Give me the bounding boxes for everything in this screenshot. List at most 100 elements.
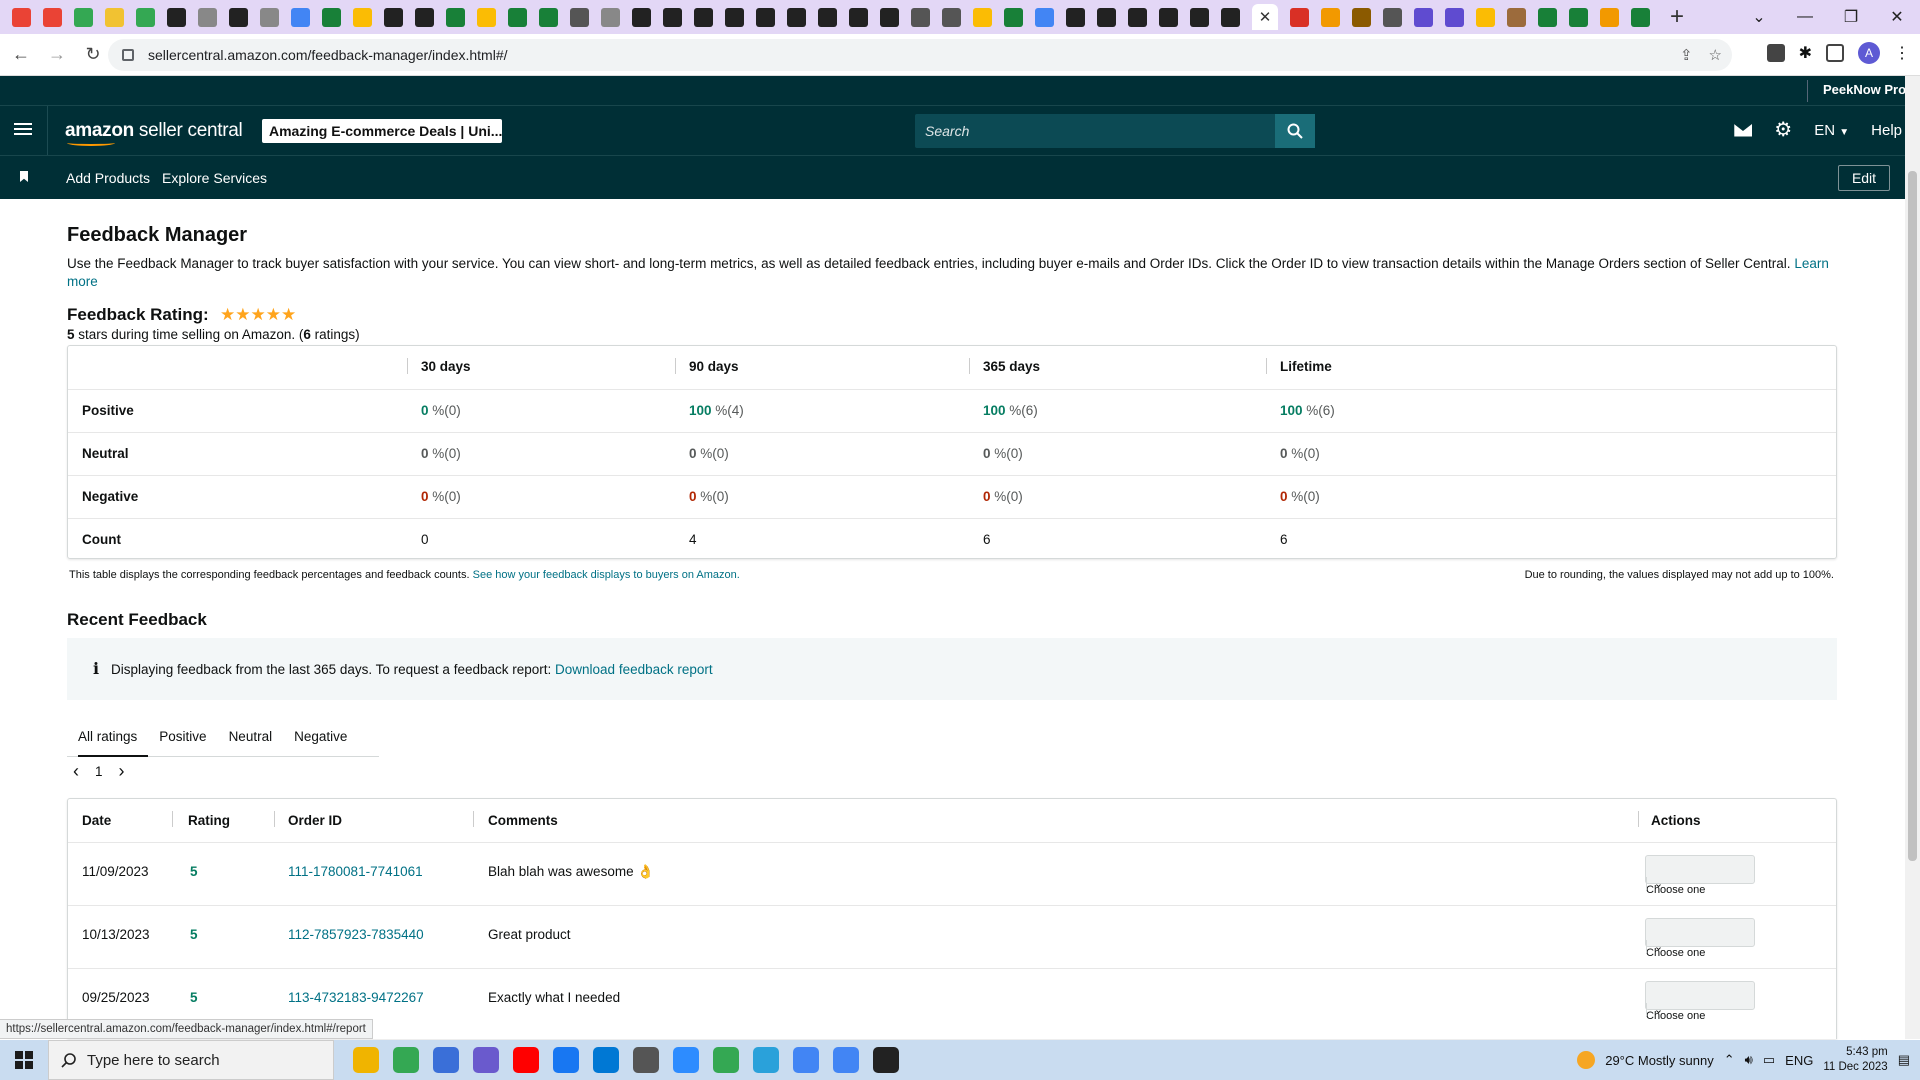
store-selector[interactable]: Amazing E-commerce Deals | Uni... [262,119,502,143]
site-info-icon[interactable] [122,49,134,61]
taskbar-app-icon[interactable] [673,1047,699,1073]
weather-text[interactable]: 29°C Mostly sunny [1605,1053,1714,1068]
menu-dots-icon[interactable]: ⋮ [1894,43,1910,63]
actions-dropdown[interactable]: Choose one ⌄ [1645,855,1755,896]
tab-favicon-icon[interactable] [105,7,124,27]
help-link[interactable]: Help [1871,122,1902,139]
tab-favicon-icon[interactable] [973,7,992,27]
tab-favicon-icon[interactable] [229,7,248,27]
chevron-right-icon[interactable]: › [119,761,125,782]
tab-favicon-icon[interactable] [260,7,279,27]
actions-dropdown[interactable]: Choose one ⌄ [1645,918,1755,959]
maximize-button[interactable]: ❐ [1828,7,1874,27]
peek-label[interactable]: PeekNow Prod [1823,82,1914,97]
tab-favicon-icon[interactable] [911,7,930,27]
puzzle-icon[interactable]: ✱ [1799,43,1812,63]
tab-favicon-icon[interactable] [539,7,558,27]
tab-favicon-icon[interactable] [1476,7,1495,27]
download-feedback-report-link[interactable]: Download feedback report [555,662,713,677]
clock[interactable]: 5:43 pm 11 Dec 2023 [1823,1045,1887,1075]
back-button[interactable]: ← [6,44,36,65]
tab-favicon-icon[interactable] [446,7,465,27]
tab-favicon-icon[interactable] [74,7,93,27]
new-tab-button[interactable]: + [1670,3,1684,31]
tab-favicon-icon[interactable] [1383,7,1402,27]
taskbar-app-icon[interactable] [633,1047,659,1073]
subnav-add-products[interactable]: Add Products [66,170,150,186]
tab-favicon-icon[interactable] [384,7,403,27]
profile-avatar[interactable]: A [1858,42,1880,64]
tab-favicon-icon[interactable] [601,7,620,27]
tab-favicon-icon[interactable] [663,7,682,27]
tab-positive[interactable]: Positive [148,715,217,756]
reload-button[interactable]: ↻ [78,44,108,65]
url-text[interactable]: sellercentral.amazon.com/feedback-manage… [148,47,508,63]
tab-favicon-icon[interactable] [1035,7,1054,27]
volume-icon[interactable]: 🔊︎ [1745,1052,1753,1068]
tab-favicon-icon[interactable] [756,7,775,27]
tray-chevron-icon[interactable]: ⌃ [1724,1052,1735,1068]
taskbar-app-icon[interactable] [553,1047,579,1073]
tab-favicon-icon[interactable] [291,7,310,27]
tab-favicon-icon[interactable] [1159,7,1178,27]
tab-close-icon[interactable]: ✕ [1259,8,1272,26]
search-button[interactable] [1275,114,1315,148]
tab-neutral[interactable]: Neutral [218,715,284,756]
close-window-button[interactable]: ✕ [1874,7,1920,27]
search-input[interactable] [915,114,1275,148]
tab-favicon-icon[interactable] [508,7,527,27]
taskbar-app-icon[interactable] [353,1047,379,1073]
tab-favicon-icon[interactable] [415,7,434,27]
network-icon[interactable]: ▭ [1763,1052,1775,1068]
tab-favicon-icon[interactable] [694,7,713,27]
start-button[interactable] [0,1051,48,1069]
tab-favicon-icon[interactable] [1004,7,1023,27]
tab-favicon-icon[interactable] [353,7,372,27]
taskbar-search-input[interactable] [87,1051,257,1069]
order-id-link[interactable]: 112-7857923-7835440 [288,927,424,942]
bookmark-icon[interactable] [20,171,28,182]
tab-favicon-icon[interactable] [12,7,31,27]
tab-favicon-icon[interactable] [1221,7,1240,27]
side-panel-icon[interactable] [1826,44,1844,62]
tab-favicon-icon[interactable] [880,7,899,27]
tab-favicon-icon[interactable] [1538,7,1557,27]
tab-favicon-icon[interactable] [725,7,744,27]
taskbar-app-icon[interactable] [433,1047,459,1073]
tab-favicon-icon[interactable] [1290,7,1309,27]
forward-button[interactable]: → [42,44,72,65]
chevron-left-icon[interactable]: ‹ [73,761,79,782]
feedback-display-link[interactable]: See how your feedback displays to buyers… [473,569,740,581]
tab-favicon-icon[interactable] [818,7,837,27]
extension-icon[interactable] [1766,44,1785,62]
active-tab[interactable]: ✕ [1252,4,1278,30]
tab-favicon-icon[interactable] [1352,7,1371,27]
tab-favicon-icon[interactable] [849,7,868,27]
tab-favicon-icon[interactable] [1631,7,1650,27]
scroll-thumb[interactable] [1908,171,1917,861]
tab-favicon-icon[interactable] [1445,7,1464,27]
order-id-link[interactable]: 113-4732183-9472267 [288,990,424,1005]
mail-icon[interactable] [1734,123,1753,137]
url-field[interactable]: sellercentral.amazon.com/feedback-manage… [108,39,1732,71]
taskbar-app-icon[interactable] [513,1047,539,1073]
gear-icon[interactable]: ⚙ [1774,120,1792,140]
tab-favicon-icon[interactable] [1414,7,1433,27]
edit-button[interactable]: Edit [1838,165,1890,191]
taskbar-search[interactable] [48,1040,334,1080]
seller-central-logo[interactable]: amazon seller central [65,120,243,146]
page-scrollbar[interactable] [1905,76,1920,1039]
taskbar-app-icon[interactable] [793,1047,819,1073]
tab-favicon-icon[interactable] [1321,7,1340,27]
taskbar-app-icon[interactable] [753,1047,779,1073]
taskbar-app-icon[interactable] [593,1047,619,1073]
tab-favicon-icon[interactable] [632,7,651,27]
share-icon[interactable]: ⇪ [1680,46,1693,64]
tab-search-icon[interactable]: ⌄ [1736,7,1782,27]
tab-favicon-icon[interactable] [477,7,496,27]
weather-icon[interactable] [1577,1051,1596,1069]
tab-favicon-icon[interactable] [1600,7,1619,27]
taskbar-app-icon[interactable] [833,1047,859,1073]
actions-dropdown[interactable]: Choose one ⌄ [1645,981,1755,1022]
hamburger-menu-icon[interactable] [14,120,32,138]
